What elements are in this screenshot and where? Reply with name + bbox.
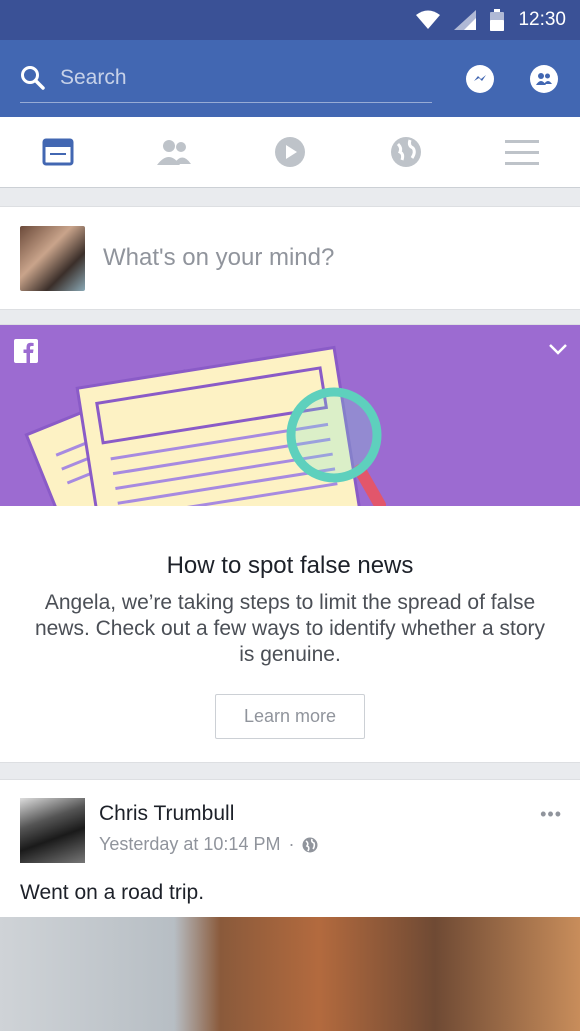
status-bar: 12:30 bbox=[0, 0, 580, 40]
battery-icon bbox=[490, 9, 505, 31]
post-photo[interactable] bbox=[0, 917, 580, 1031]
tab-menu[interactable] bbox=[464, 117, 580, 187]
promo-title: How to spot false news bbox=[166, 552, 414, 579]
meta-separator: · bbox=[288, 834, 295, 854]
search-placeholder: Search bbox=[60, 66, 127, 89]
tab-friends[interactable] bbox=[116, 117, 232, 187]
avatar[interactable] bbox=[20, 798, 85, 863]
play-icon bbox=[275, 137, 305, 167]
menu-icon bbox=[505, 140, 539, 165]
tab-news-feed[interactable] bbox=[0, 117, 116, 187]
globe-icon bbox=[302, 837, 318, 852]
post-text: Went on a road trip. bbox=[20, 881, 205, 904]
tab-watch[interactable] bbox=[232, 117, 348, 187]
newspaper-illustration bbox=[24, 345, 386, 506]
composer[interactable]: What's on your mind? bbox=[0, 206, 580, 310]
friends-icon bbox=[157, 140, 191, 165]
tab-bar bbox=[0, 117, 580, 188]
feed-post: Chris Trumbull Yesterday at 10:14 PM · •… bbox=[0, 779, 580, 1031]
status-time: 12:30 bbox=[518, 9, 566, 30]
signal-icon bbox=[454, 10, 477, 30]
promo-banner bbox=[0, 325, 580, 506]
promo-text: Angela, we’re taking steps to limit the … bbox=[34, 591, 546, 666]
tab-notifications[interactable] bbox=[348, 117, 464, 187]
search-icon bbox=[21, 66, 45, 90]
learn-more-button[interactable]: Learn more bbox=[215, 694, 365, 739]
messenger-icon[interactable] bbox=[466, 64, 494, 93]
top-bar: Search bbox=[0, 40, 580, 117]
globe-icon bbox=[391, 137, 421, 167]
post-time[interactable]: Yesterday at 10:14 PM bbox=[99, 834, 280, 855]
composer-placeholder[interactable]: What's on your mind? bbox=[103, 244, 334, 272]
wifi-icon bbox=[416, 10, 441, 29]
search-input[interactable]: Search bbox=[20, 55, 432, 103]
post-options-icon[interactable]: ••• bbox=[540, 804, 562, 825]
false-news-card: How to spot false news Angela, we’re tak… bbox=[0, 324, 580, 763]
post-author[interactable]: Chris Trumbull bbox=[99, 802, 318, 826]
avatar[interactable] bbox=[20, 225, 85, 291]
friends-icon[interactable] bbox=[530, 64, 558, 93]
news-feed-icon bbox=[42, 138, 74, 166]
